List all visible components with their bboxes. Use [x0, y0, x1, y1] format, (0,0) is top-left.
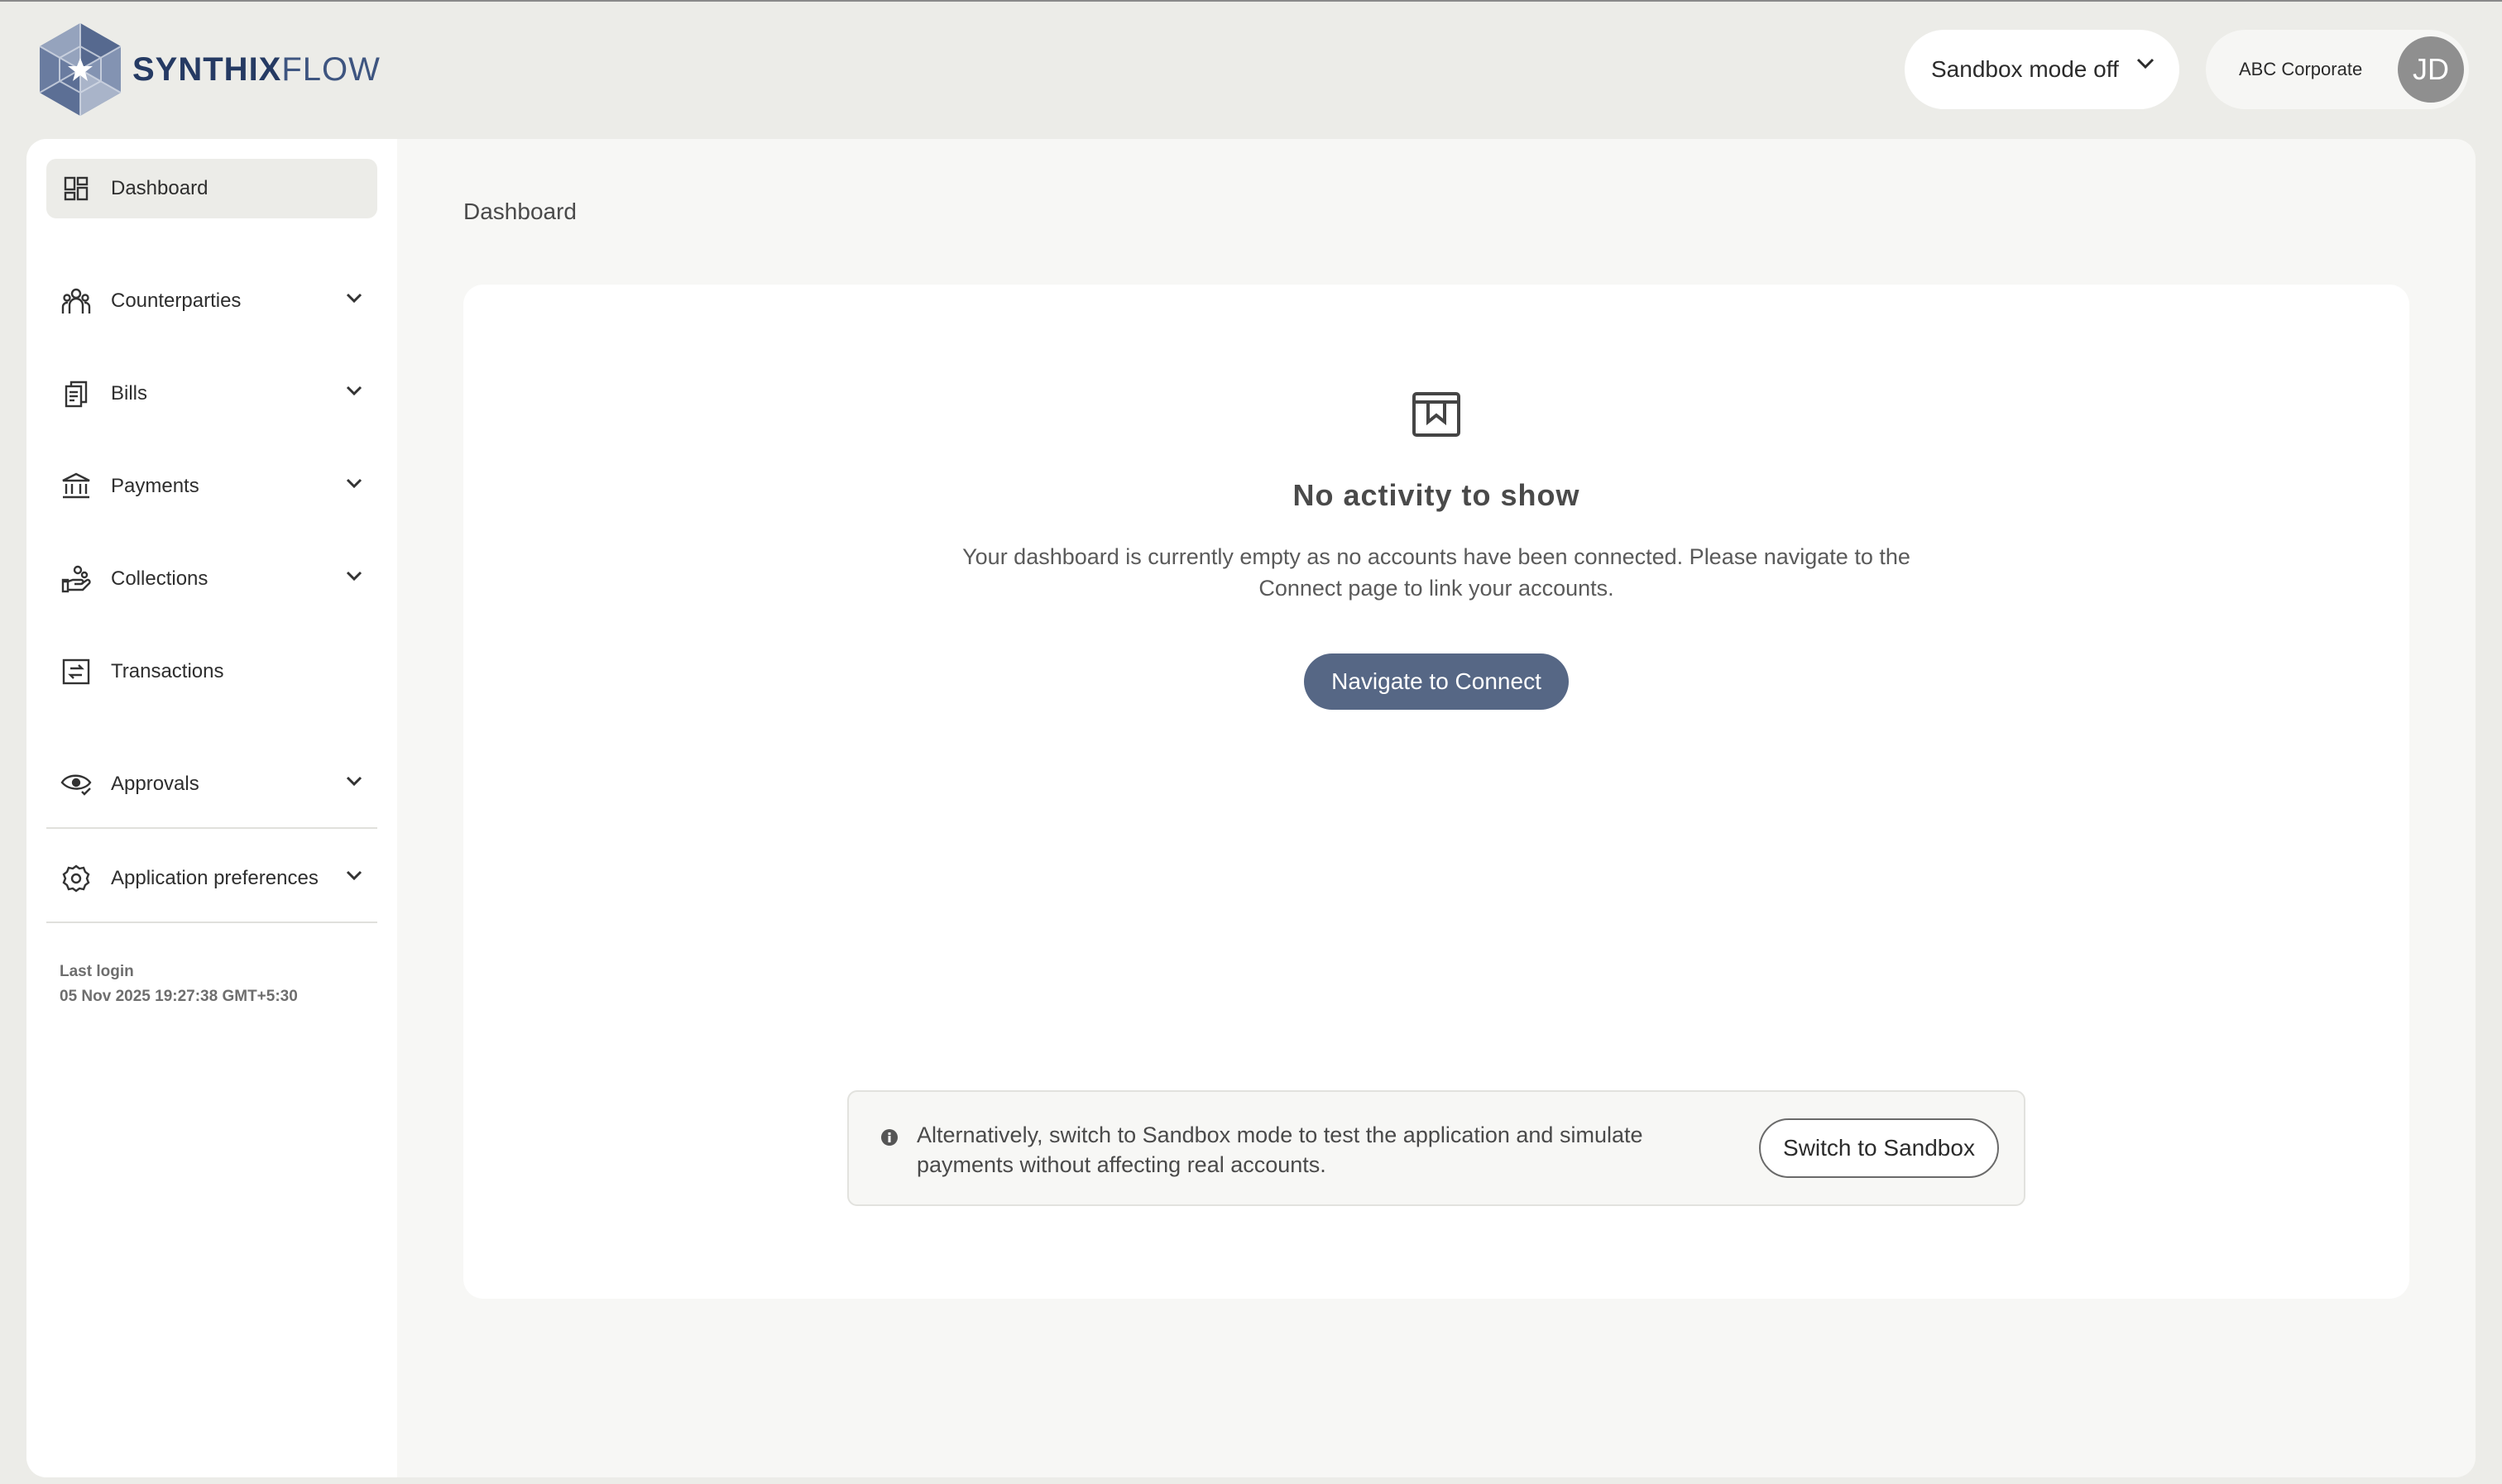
chevron-down-icon: [346, 571, 362, 581]
navigate-to-connect-button[interactable]: Navigate to Connect: [1304, 653, 1569, 710]
window-top-border: [0, 0, 2502, 2]
dashboard-icon: [60, 172, 93, 205]
transactions-icon: [60, 655, 93, 688]
sidebar-item-label: Bills: [111, 382, 148, 405]
gear-icon: [60, 862, 93, 895]
sandbox-mode-label: Sandbox mode off: [1931, 56, 2119, 82]
chevron-down-icon: [346, 385, 362, 395]
sidebar: Dashboard Counterparties Bills Payments …: [26, 139, 397, 1477]
info-icon: [881, 1129, 898, 1146]
sidebar-item-approvals[interactable]: Approvals: [46, 754, 377, 814]
bank-icon: [60, 470, 93, 503]
last-login-value: 05 Nov 2025 19:27:38 GMT+5:30: [60, 988, 298, 1005]
bills-icon: [60, 377, 93, 410]
hexagon-logo-icon: [39, 23, 122, 116]
sidebar-item-collections[interactable]: Collections: [46, 549, 377, 609]
archive-box-icon: [1412, 392, 1460, 437]
app-frame: Dashboard Counterparties Bills Payments …: [26, 139, 2476, 1477]
chevron-down-icon: [346, 776, 362, 786]
sandbox-notice: Alternatively, switch to Sandbox mode to…: [847, 1090, 2025, 1206]
user-menu[interactable]: ABC Corporate JD: [2206, 30, 2469, 109]
brand-wordmark: SYNTHIXFLOW: [132, 50, 381, 88]
empty-state-title: No activity to show: [1292, 478, 1580, 512]
avatar[interactable]: JD: [2398, 36, 2464, 103]
last-login-label: Last login: [60, 963, 134, 980]
empty-state-card: No activity to show Your dashboard is cu…: [463, 285, 2409, 1299]
sidebar-item-payments[interactable]: Payments: [46, 457, 377, 516]
organization-name: ABC Corporate: [2239, 59, 2363, 79]
chevron-down-icon: [346, 478, 362, 488]
sidebar-item-bills[interactable]: Bills: [46, 364, 377, 424]
empty-state-description: Your dashboard is currently empty as no …: [962, 544, 1910, 601]
sidebar-item-dashboard[interactable]: Dashboard: [46, 159, 377, 218]
sidebar-item-label: Approvals: [111, 773, 199, 795]
sidebar-item-label: Transactions: [111, 660, 224, 682]
switch-to-sandbox-button[interactable]: Switch to Sandbox: [1759, 1118, 1999, 1178]
page-title: Dashboard: [463, 199, 577, 224]
chevron-down-icon: [346, 870, 362, 880]
people-icon: [60, 285, 93, 318]
brand-logo[interactable]: SYNTHIXFLOW: [36, 22, 381, 117]
sandbox-notice-text: Alternatively, switch to Sandbox mode to…: [917, 1123, 1643, 1177]
main-content: Dashboard No activity to show Your dashb…: [397, 139, 2476, 1477]
sidebar-item-transactions[interactable]: Transactions: [46, 642, 377, 701]
eye-check-icon: [60, 768, 93, 801]
sidebar-item-label: Application preferences: [111, 867, 319, 889]
sandbox-mode-select[interactable]: Sandbox mode off: [1905, 30, 2179, 109]
sidebar-item-application-preferences[interactable]: Application preferences: [46, 849, 377, 908]
sidebar-item-counterparties[interactable]: Counterparties: [46, 271, 377, 331]
chevron-down-icon: [346, 293, 362, 303]
collections-icon: [60, 562, 93, 596]
chevron-down-icon: [2136, 58, 2154, 69]
sidebar-item-label: Collections: [111, 567, 208, 590]
sidebar-item-label: Counterparties: [111, 290, 242, 312]
sidebar-item-label: Payments: [111, 475, 199, 497]
last-login: Last login 05 Nov 2025 19:27:38 GMT+5:30: [60, 960, 298, 1009]
sidebar-divider: [46, 922, 377, 923]
sidebar-divider: [46, 827, 377, 829]
sidebar-item-label: Dashboard: [111, 177, 208, 199]
